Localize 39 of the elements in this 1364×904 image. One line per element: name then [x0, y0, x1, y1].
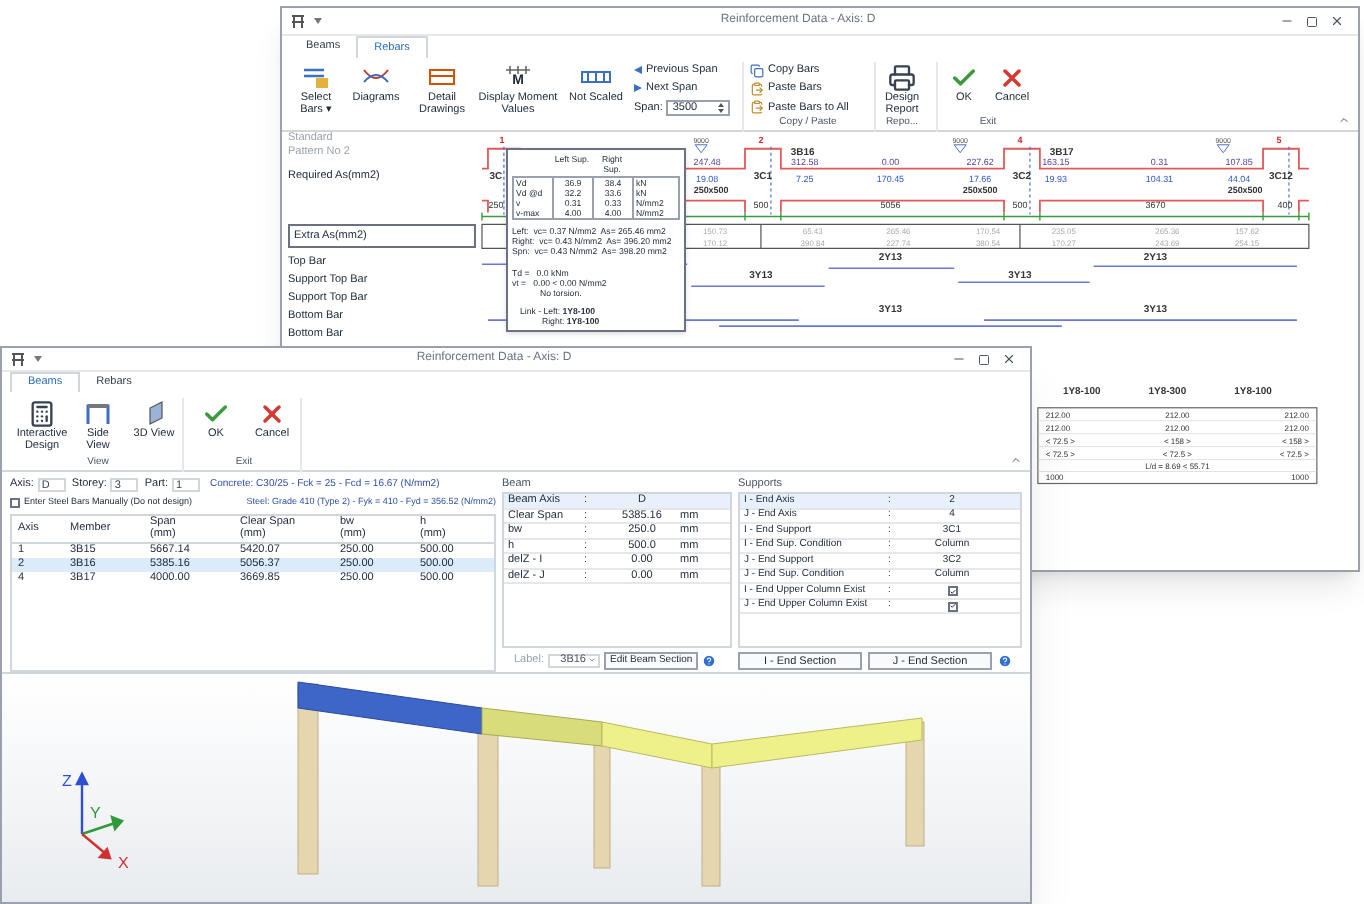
app-logo-icon: [10, 351, 26, 367]
beam-icon: [506, 65, 530, 73]
axis-label: Y: [90, 804, 101, 822]
x-axis-arrow: [80, 832, 112, 860]
copy-icon: [750, 63, 764, 78]
paste-icon: [750, 100, 764, 115]
cancel-icon: [258, 399, 286, 427]
help-icon[interactable]: [998, 653, 1012, 667]
checkbox[interactable]: [10, 497, 20, 507]
cancel-icon: [998, 63, 1026, 91]
dropdown-caret-icon[interactable]: [34, 356, 42, 362]
left-arrow-icon: [634, 66, 642, 75]
close-icon[interactable]: [1002, 352, 1016, 366]
check-icon: [202, 399, 230, 427]
axis-label: X: [118, 854, 129, 872]
checkbox[interactable]: [947, 586, 957, 596]
maximize-icon[interactable]: [978, 353, 990, 365]
beam-detail-icon: [428, 64, 456, 90]
app-logo-icon: [290, 13, 306, 29]
maximize-icon[interactable]: [1306, 15, 1318, 27]
frame-side-icon: [84, 400, 112, 426]
column-centerline: [502, 146, 504, 216]
right-arrow-icon: [634, 84, 642, 93]
paste-icon: [750, 81, 764, 96]
dropdown-caret-icon[interactable]: [314, 18, 322, 24]
help-icon[interactable]: [702, 653, 717, 667]
calculator-icon: [28, 399, 56, 427]
axis-label: Z: [62, 772, 72, 790]
y-axis-arrow: [80, 815, 124, 836]
printer-icon: [888, 63, 916, 91]
bars-select-icon: [302, 64, 330, 90]
check-icon: [950, 63, 978, 91]
column-centerline: [1028, 146, 1030, 216]
close-icon[interactable]: [1330, 14, 1344, 28]
spinner-icon[interactable]: [718, 101, 725, 114]
column-centerline: [769, 146, 771, 216]
column-centerline: [1287, 146, 1289, 216]
z-axis-arrow: [75, 771, 89, 836]
checkbox[interactable]: [947, 601, 957, 611]
